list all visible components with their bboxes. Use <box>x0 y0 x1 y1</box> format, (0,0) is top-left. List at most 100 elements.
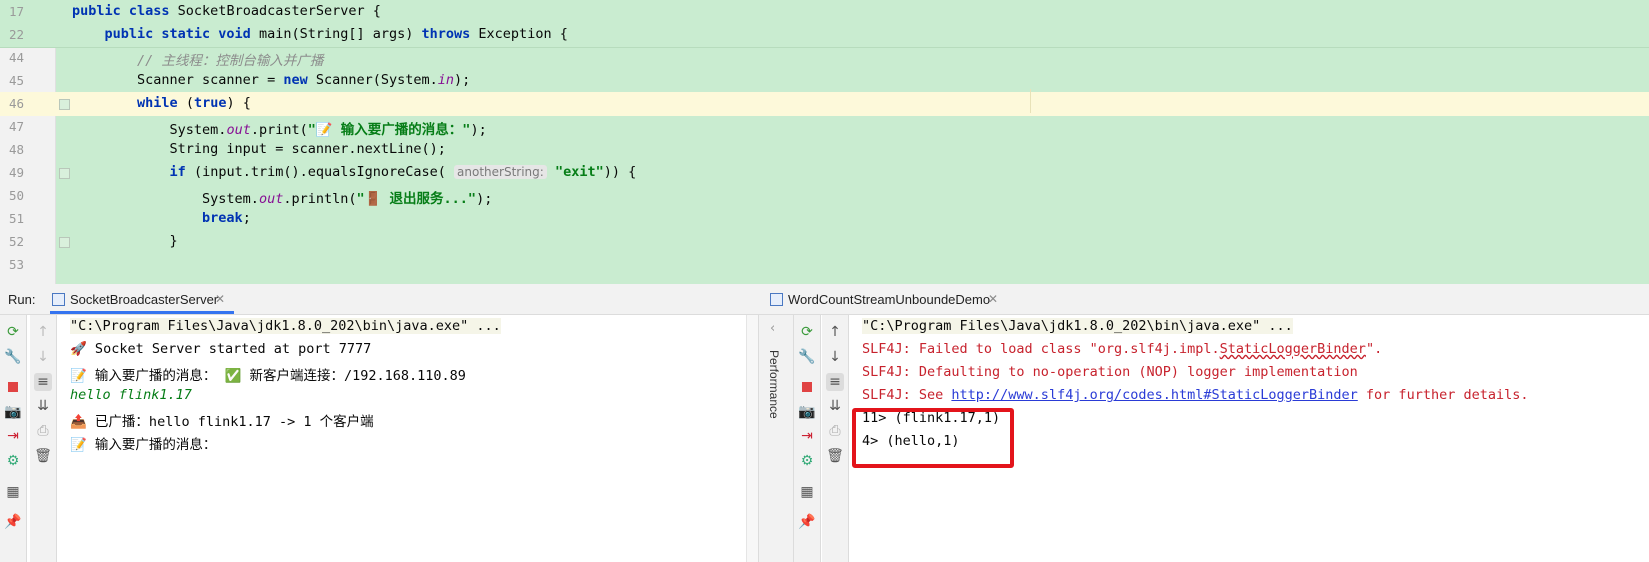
code-editor[interactable]: 17 public class SocketBroadcasterServer {… <box>0 0 1649 284</box>
code-line[interactable]: 47 System.out.print("📝 输入要广播的消息："); <box>0 115 1649 139</box>
code-text: System.out.println("🚪 退出服务..."); <box>72 187 492 207</box>
line-number: 46 <box>8 96 24 111</box>
code-text: break; <box>72 210 251 226</box>
code-text: } <box>72 233 178 249</box>
performance-strip[interactable]: ‹ Performance <box>758 315 794 562</box>
print-icon[interactable]: ⎙ <box>826 422 844 440</box>
console-line: 📤 已广播：hello flink1.17 -> 1 个客户端 <box>70 414 374 430</box>
up-arrow-icon[interactable]: ↑ <box>826 323 844 341</box>
code-line[interactable]: 46 while (true) { <box>0 92 1649 116</box>
console-line: 🚀 Socket Server started at port 7777 <box>70 341 372 357</box>
code-token: public class <box>72 3 178 19</box>
code-token: (input.trim().equalsIgnoreCase( <box>193 164 455 180</box>
debug-icon[interactable]: ⚙ <box>798 452 816 470</box>
code-text: while (true) { <box>72 95 251 111</box>
run-label: Run: <box>8 292 36 307</box>
right-margin-guide <box>1030 89 1031 113</box>
client-connected-text: ✅ 新客户端连接：/192.168.110.89 <box>224 368 466 384</box>
close-icon[interactable]: ✕ <box>215 292 225 306</box>
trash-icon[interactable]: 🗑 <box>826 447 844 465</box>
line-number: 22 <box>8 27 24 42</box>
slf4j-link[interactable]: http://www.slf4j.org/codes.html#StaticLo… <box>951 387 1357 403</box>
performance-label[interactable]: Performance <box>767 350 781 419</box>
close-icon[interactable]: ✕ <box>988 292 998 306</box>
code-line[interactable]: 22 public static void main(String[] args… <box>0 23 1649 48</box>
console-left[interactable]: "C:\Program Files\Java\jdk1.8.0_202\bin\… <box>58 315 746 562</box>
pin-icon[interactable]: 📌 <box>4 513 22 531</box>
tab-socket-broadcaster-server[interactable]: SocketBroadcasterServer ✕ <box>50 284 234 314</box>
down-arrow-icon[interactable]: ↓ <box>34 348 52 366</box>
code-line[interactable]: 52 } <box>0 230 1649 254</box>
code-token: out <box>258 191 284 207</box>
up-arrow-icon[interactable]: ↑ <box>34 323 52 341</box>
code-line[interactable]: 50 System.out.println("🚪 退出服务..."); <box>0 184 1649 208</box>
print-icon[interactable]: ⎙ <box>34 422 52 440</box>
wrench-icon[interactable]: 🔧 <box>4 348 22 366</box>
layout-icon[interactable]: ▦ <box>4 483 22 501</box>
code-line[interactable]: 48 String input = scanner.nextLine(); <box>0 138 1649 162</box>
code-line[interactable]: 44 // 主线程：控制台输入并广播 <box>0 46 1649 70</box>
wrap-icon[interactable]: ≡ <box>826 373 844 391</box>
user-input-line: hello flink1.17 <box>70 387 192 403</box>
code-line[interactable]: 45 Scanner scanner = new Scanner(System.… <box>0 69 1649 93</box>
line-number: 51 <box>8 211 24 226</box>
run-tabbar-left: Run: SocketBroadcasterServer ✕ <box>0 284 792 315</box>
run-toolbar-secondary: ↑ ↓ ≡ ⇊ ⎙ 🗑 <box>30 315 57 562</box>
login-icon[interactable]: ⇥ <box>4 427 22 445</box>
console-scrollbar[interactable] <box>746 315 758 562</box>
fold-marker-icon[interactable] <box>59 99 70 110</box>
console-line: "C:\Program Files\Java\jdk1.8.0_202\bin\… <box>70 318 501 334</box>
code-token: ) { <box>226 95 251 111</box>
camera-icon[interactable]: 📷 <box>4 403 22 421</box>
rerun-icon[interactable]: ⟳ <box>798 323 816 341</box>
scroll-end-icon[interactable]: ⇊ <box>34 397 52 415</box>
layout-icon[interactable]: ▦ <box>798 483 816 501</box>
code-token: ); <box>470 122 487 138</box>
error-line: SLF4J: Failed to load class "org.slf4j.i… <box>862 341 1382 357</box>
rerun-icon[interactable]: ⟳ <box>4 323 22 341</box>
trash-icon[interactable]: 🗑 <box>34 447 52 465</box>
fold-marker-icon[interactable] <box>59 168 70 179</box>
console-line: 📝 输入要广播的消息： <box>70 437 217 453</box>
login-icon[interactable]: ⇥ <box>798 427 816 445</box>
stop-icon[interactable] <box>798 378 816 396</box>
line-number: 53 <box>8 257 24 272</box>
code-text: public class SocketBroadcasterServer { <box>72 3 381 19</box>
fold-marker-icon[interactable] <box>59 237 70 248</box>
tab-wordcount-stream[interactable]: WordCountStreamUnboundeDemo ✕ <box>768 284 1008 314</box>
pin-icon[interactable]: 📌 <box>798 513 816 531</box>
line-number: 48 <box>8 142 24 157</box>
class-name-text: StaticLoggerBinder <box>1219 341 1366 357</box>
scroll-end-icon[interactable]: ⇊ <box>826 397 844 415</box>
camera-icon[interactable]: 📷 <box>798 403 816 421</box>
code-line[interactable]: 53 <box>0 253 1649 277</box>
down-arrow-icon[interactable]: ↓ <box>826 348 844 366</box>
code-token: Scanner scanner = <box>72 72 284 88</box>
wrap-icon[interactable]: ≡ <box>34 373 52 391</box>
run-config-icon <box>770 293 783 306</box>
stop-icon[interactable] <box>4 378 22 396</box>
code-token: break <box>202 210 243 226</box>
error-text: for further details. <box>1357 387 1529 403</box>
code-line[interactable]: 51 break; <box>0 207 1649 231</box>
code-token: true <box>193 95 227 111</box>
code-token: // 主线程：控制台输入并广播 <box>137 53 324 69</box>
debug-icon[interactable]: ⚙ <box>4 452 22 470</box>
code-line[interactable]: 49 if (input.trim().equalsIgnoreCase( an… <box>0 161 1649 185</box>
code-text: public static void main(String[] args) t… <box>72 26 568 42</box>
error-line: SLF4J: Defaulting to no-operation (NOP) … <box>862 364 1358 380</box>
code-token: ); <box>454 72 471 88</box>
prompt-text: 📝 输入要广播的消息： <box>70 368 217 384</box>
line-number: 49 <box>8 165 24 180</box>
code-line[interactable]: 17 public class SocketBroadcasterServer { <box>0 0 1649 25</box>
error-line: SLF4J: See http://www.slf4j.org/codes.ht… <box>862 387 1528 403</box>
code-text: if (input.trim().equalsIgnoreCase( anoth… <box>72 164 637 180</box>
wrench-icon[interactable]: 🔧 <box>798 348 816 366</box>
tab-label: SocketBroadcasterServer <box>70 292 219 307</box>
chevron-left-icon[interactable]: ‹ <box>770 321 775 336</box>
